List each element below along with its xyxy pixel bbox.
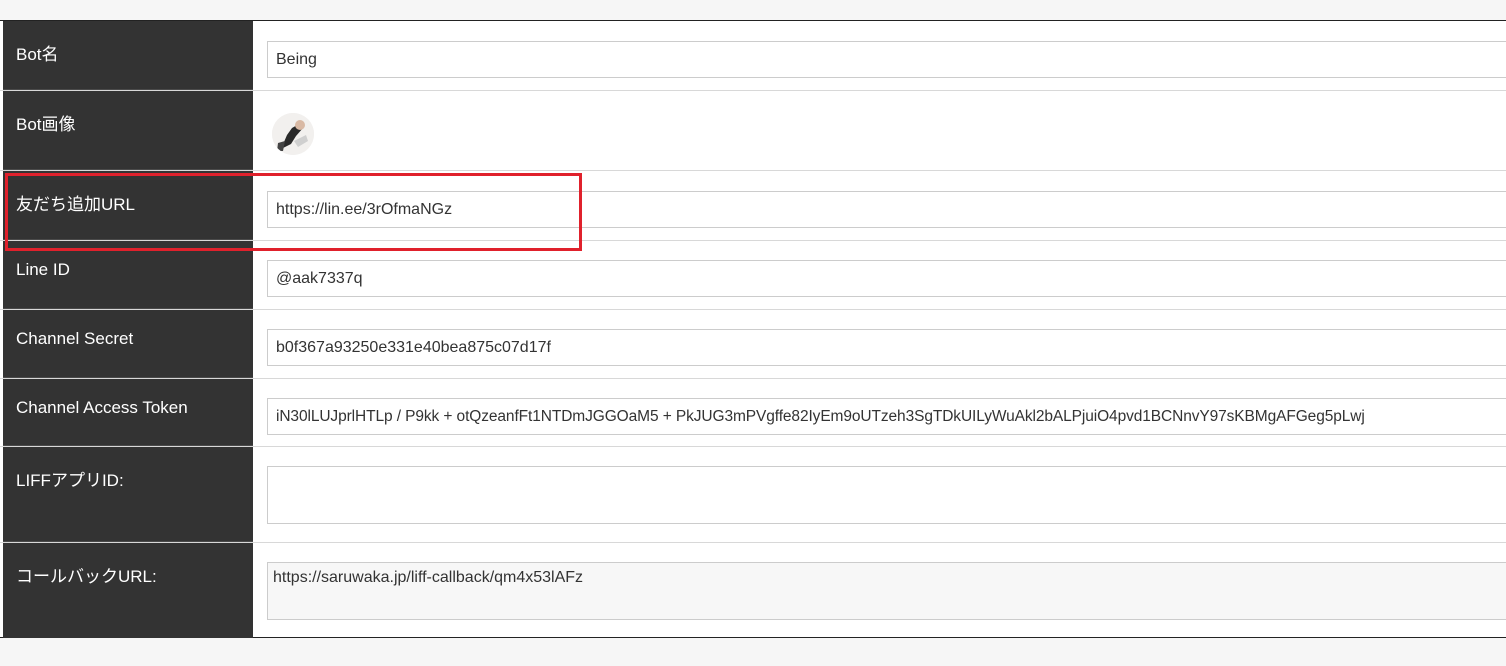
friend-url-label: 友だち追加URL — [3, 171, 253, 240]
line-id-label: Line ID — [3, 241, 253, 309]
bot-image-label: Bot画像 — [3, 91, 253, 170]
channel-secret-input[interactable] — [267, 329, 1506, 366]
row-channel-secret: Channel Secret — [0, 310, 1506, 379]
friend-url-input[interactable] — [267, 191, 1506, 228]
row-callback-url: コールバックURL: https://saruwaka.jp/liff-call… — [0, 543, 1506, 638]
bot-name-label: Bot名 — [3, 21, 253, 90]
row-bot-image: Bot画像 — [0, 91, 1506, 171]
row-friend-url: 友だち追加URL — [0, 171, 1506, 241]
row-liff-app-id: LIFFアプリID: — [0, 447, 1506, 543]
channel-access-token-input[interactable] — [267, 398, 1506, 435]
bot-avatar[interactable] — [272, 113, 314, 155]
row-line-id: Line ID — [0, 241, 1506, 310]
callback-url-label: コールバックURL: — [3, 543, 253, 638]
channel-secret-label: Channel Secret — [3, 310, 253, 378]
bot-name-input[interactable] — [267, 41, 1506, 78]
channel-access-token-label: Channel Access Token — [3, 379, 253, 446]
row-channel-access-token: Channel Access Token — [0, 379, 1506, 447]
row-bot-name: Bot名 — [0, 21, 1506, 91]
liff-app-id-label: LIFFアプリID: — [3, 447, 253, 542]
avatar-image — [272, 113, 314, 155]
liff-app-id-textarea[interactable] — [267, 466, 1506, 524]
line-id-input[interactable] — [267, 260, 1506, 297]
callback-url-textarea[interactable]: https://saruwaka.jp/liff-callback/qm4x53… — [267, 562, 1506, 620]
bot-settings-form: Bot名 Bot画像 友だち追加URL Line ID — [0, 20, 1506, 638]
